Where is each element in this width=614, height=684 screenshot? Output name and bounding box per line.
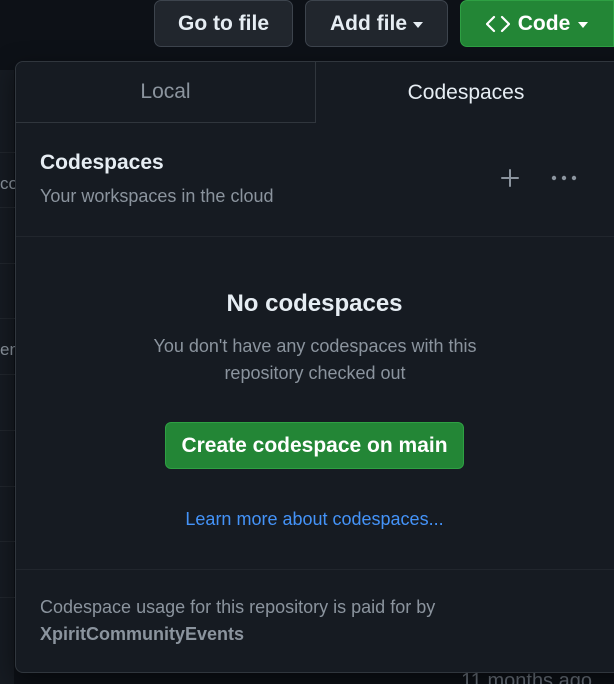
panel-tabs: Local Codespaces — [16, 62, 614, 123]
code-icon — [485, 15, 510, 32]
file-list-background — [0, 70, 14, 684]
add-file-button[interactable]: Add file — [305, 0, 448, 47]
tab-local-label: Local — [140, 80, 191, 103]
tab-local[interactable]: Local — [16, 62, 316, 123]
tab-codespaces-label: Codespaces — [407, 80, 525, 104]
footer-billing-owner[interactable]: XpiritCommunityEvents — [40, 624, 244, 645]
panel-footer — [16, 569, 614, 673]
learn-more-link[interactable]: Learn more about codespaces... — [15, 509, 614, 530]
plus-icon — [501, 169, 519, 187]
codespaces-subtitle: Your workspaces in the cloud — [40, 186, 274, 206]
empty-state-title: No codespaces — [226, 290, 403, 317]
footer-billing-text: Codespace usage for this repository is p… — [40, 597, 436, 617]
caret-down-icon — [578, 21, 589, 28]
codespaces-title: Codespaces — [40, 151, 164, 174]
code-button[interactable]: Code — [460, 0, 614, 47]
go-to-file-button[interactable]: Go to file — [154, 0, 293, 47]
code-dropdown-screen: co en 11 months ago Go to file Add file … — [0, 0, 614, 684]
go-to-file-label: Go to file — [178, 11, 269, 35]
add-file-label: Add file — [330, 11, 407, 35]
more-options-button[interactable] — [545, 160, 583, 196]
caret-down-icon — [413, 21, 423, 28]
empty-state-description: You don't have any codespaces with this … — [153, 336, 477, 383]
code-label: Code — [517, 11, 571, 35]
tab-codespaces[interactable]: Codespaces — [316, 62, 614, 123]
create-codespace-label: Create codespace on main — [181, 433, 448, 457]
kebab-horizontal-icon — [551, 175, 577, 181]
create-codespace-button[interactable]: Create codespace on main — [165, 422, 464, 469]
new-codespace-button[interactable] — [491, 160, 529, 196]
